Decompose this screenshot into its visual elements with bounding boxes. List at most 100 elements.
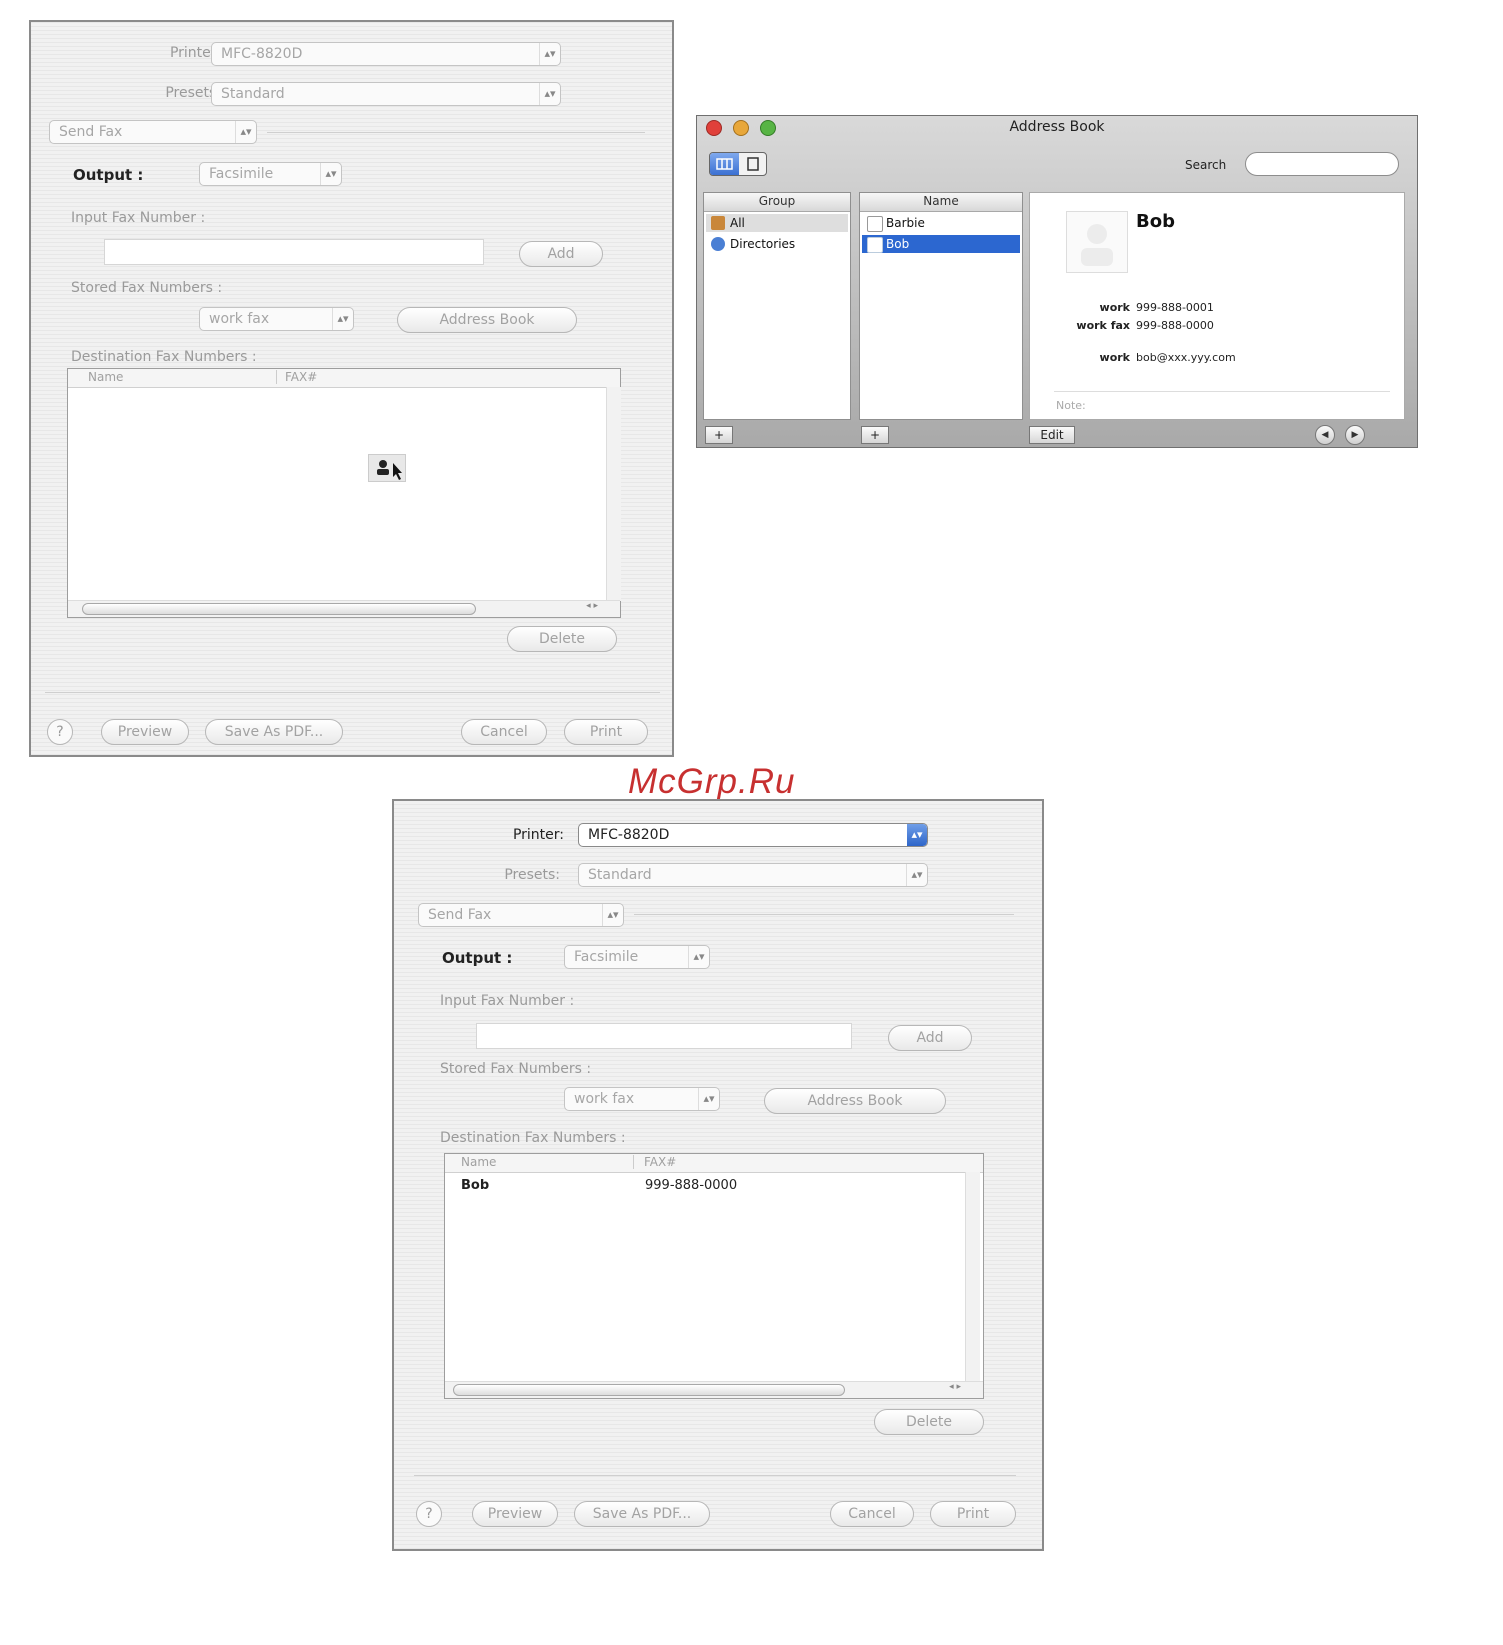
search-field[interactable] xyxy=(1245,152,1399,176)
output-popup[interactable]: Facsimile ▴▾ xyxy=(199,162,342,186)
scroll-arrows-icon[interactable]: ◂ ▸ xyxy=(949,1382,961,1392)
input-fax-label: Input Fax Number : xyxy=(440,993,575,1009)
cancel-button[interactable]: Cancel xyxy=(830,1501,914,1527)
name-pane[interactable]: Name Barbie Bob xyxy=(859,192,1023,420)
vertical-scrollbar[interactable] xyxy=(965,1172,980,1382)
presets-popup[interactable]: Standard ▴▾ xyxy=(211,82,561,106)
help-button[interactable]: ? xyxy=(47,719,73,745)
work-fax-value[interactable]: 999-888-0000 xyxy=(1136,319,1214,332)
horizontal-scrollbar[interactable]: ◂ ▸ xyxy=(68,600,620,617)
field-label: work xyxy=(1099,351,1130,364)
print-button[interactable]: Print xyxy=(930,1501,1016,1527)
watermark: McGrp.Ru xyxy=(628,762,796,801)
add-group-button[interactable]: + xyxy=(705,426,733,444)
name-item-bob[interactable]: Bob xyxy=(862,235,1020,253)
printer-label: Printer: xyxy=(169,45,221,61)
name-item-barbie[interactable]: Barbie xyxy=(862,214,1020,232)
card-view-icon[interactable] xyxy=(739,153,766,175)
popup-arrows-icon: ▴▾ xyxy=(320,163,341,185)
search-label: Search xyxy=(1185,158,1227,172)
stored-fax-label: Stored Fax Numbers : xyxy=(71,280,223,296)
output-value: Facsimile xyxy=(574,949,639,965)
row-fax: 999-888-0000 xyxy=(645,1178,738,1193)
popup-arrows-icon: ▴▾ xyxy=(332,308,353,330)
column-fax-header[interactable]: FAX# xyxy=(276,370,317,384)
scroll-arrows-icon[interactable]: ◂ ▸ xyxy=(586,601,598,611)
presets-popup[interactable]: Standard ▴▾ xyxy=(578,863,928,887)
printer-popup[interactable]: MFC-8820D ▴▾ xyxy=(578,823,928,847)
field-label: work fax xyxy=(1076,319,1130,332)
column-name-header[interactable]: Name xyxy=(88,370,123,384)
print-dialog-after: Printer: MFC-8820D ▴▾ Presets: Standard … xyxy=(392,799,1044,1551)
add-name-button[interactable]: + xyxy=(861,426,889,444)
contact-name: Bob xyxy=(1136,211,1175,232)
bottom-divider xyxy=(45,692,660,693)
address-book-button[interactable]: Address Book xyxy=(764,1088,946,1114)
contact-card-icon xyxy=(867,237,883,253)
output-popup[interactable]: Facsimile ▴▾ xyxy=(564,945,710,969)
print-button[interactable]: Print xyxy=(564,719,648,745)
save-as-pdf-button[interactable]: Save As PDF... xyxy=(574,1501,710,1527)
printer-popup[interactable]: MFC-8820D ▴▾ xyxy=(211,42,561,66)
print-dialog-before: Printer: MFC-8820D ▴▾ Presets: Standard … xyxy=(29,20,674,757)
column-view-icon[interactable] xyxy=(710,153,739,175)
pane-divider xyxy=(634,914,1014,915)
table-row[interactable]: Bob 999-888-0000 xyxy=(445,1178,967,1196)
stored-fax-popup[interactable]: work fax ▴▾ xyxy=(199,307,354,331)
destination-label: Destination Fax Numbers : xyxy=(440,1130,626,1146)
next-card-icon[interactable]: ▶ xyxy=(1345,425,1365,445)
email-value[interactable]: bob@xxx.yyy.com xyxy=(1136,351,1236,364)
popup-arrows-icon: ▴▾ xyxy=(907,824,927,846)
previous-card-icon[interactable]: ◀ xyxy=(1315,425,1335,445)
vertical-scrollbar[interactable] xyxy=(606,387,621,601)
preview-button[interactable]: Preview xyxy=(101,719,189,745)
add-button[interactable]: Add xyxy=(888,1025,972,1051)
input-fax-field[interactable] xyxy=(476,1023,852,1049)
edit-button[interactable]: Edit xyxy=(1029,426,1075,444)
cancel-button[interactable]: Cancel xyxy=(461,719,547,745)
contact-photo[interactable] xyxy=(1066,211,1128,273)
popup-arrows-icon: ▴▾ xyxy=(688,946,709,968)
stored-fax-value: work fax xyxy=(574,1091,635,1107)
delete-button[interactable]: Delete xyxy=(507,626,617,652)
name-header: Name xyxy=(860,193,1022,212)
output-label: Output : xyxy=(442,949,513,967)
destination-table[interactable]: Name FAX# ◂ ▸ xyxy=(67,368,621,618)
delete-button[interactable]: Delete xyxy=(874,1409,984,1435)
scroll-thumb[interactable] xyxy=(82,603,476,615)
popup-arrows-icon: ▴▾ xyxy=(602,904,623,926)
input-fax-field[interactable] xyxy=(104,239,484,265)
popup-arrows-icon: ▴▾ xyxy=(698,1088,719,1110)
field-label: work xyxy=(1099,301,1130,314)
horizontal-scrollbar[interactable]: ◂ ▸ xyxy=(445,1381,983,1398)
scroll-thumb[interactable] xyxy=(453,1384,845,1396)
destination-table[interactable]: Name FAX# Bob 999-888-0000 ◂ ▸ xyxy=(444,1153,984,1399)
group-item-all[interactable]: All xyxy=(706,214,848,232)
name-item-label: Barbie xyxy=(886,216,925,230)
presets-label: Presets: xyxy=(165,85,221,101)
preview-button[interactable]: Preview xyxy=(472,1501,558,1527)
printer-value: MFC-8820D xyxy=(588,827,670,843)
popup-arrows-icon: ▴▾ xyxy=(539,83,560,105)
add-button[interactable]: Add xyxy=(519,241,603,267)
view-toggle[interactable] xyxy=(709,152,767,176)
name-item-label: Bob xyxy=(886,237,910,251)
save-as-pdf-button[interactable]: Save As PDF... xyxy=(205,719,343,745)
table-header: Name FAX# xyxy=(68,369,620,388)
pane-popup[interactable]: Send Fax ▴▾ xyxy=(418,903,624,927)
pane-popup[interactable]: Send Fax ▴▾ xyxy=(49,120,257,144)
stored-fax-popup[interactable]: work fax ▴▾ xyxy=(564,1087,720,1111)
output-value: Facsimile xyxy=(209,166,274,182)
group-item-directories[interactable]: Directories xyxy=(706,235,848,253)
printer-value: MFC-8820D xyxy=(221,46,303,62)
help-button[interactable]: ? xyxy=(416,1501,442,1527)
work-phone-value[interactable]: 999-888-0001 xyxy=(1136,301,1214,314)
group-pane[interactable]: Group All Directories xyxy=(703,192,851,420)
input-fax-label: Input Fax Number : xyxy=(71,210,206,226)
address-book-window: Address Book Search Group All Directorie… xyxy=(696,115,1418,448)
group-item-label: All xyxy=(730,216,745,230)
address-book-button[interactable]: Address Book xyxy=(397,307,577,333)
column-name-header[interactable]: Name xyxy=(461,1155,496,1169)
column-fax-header[interactable]: FAX# xyxy=(633,1155,676,1169)
note-divider xyxy=(1054,391,1390,392)
